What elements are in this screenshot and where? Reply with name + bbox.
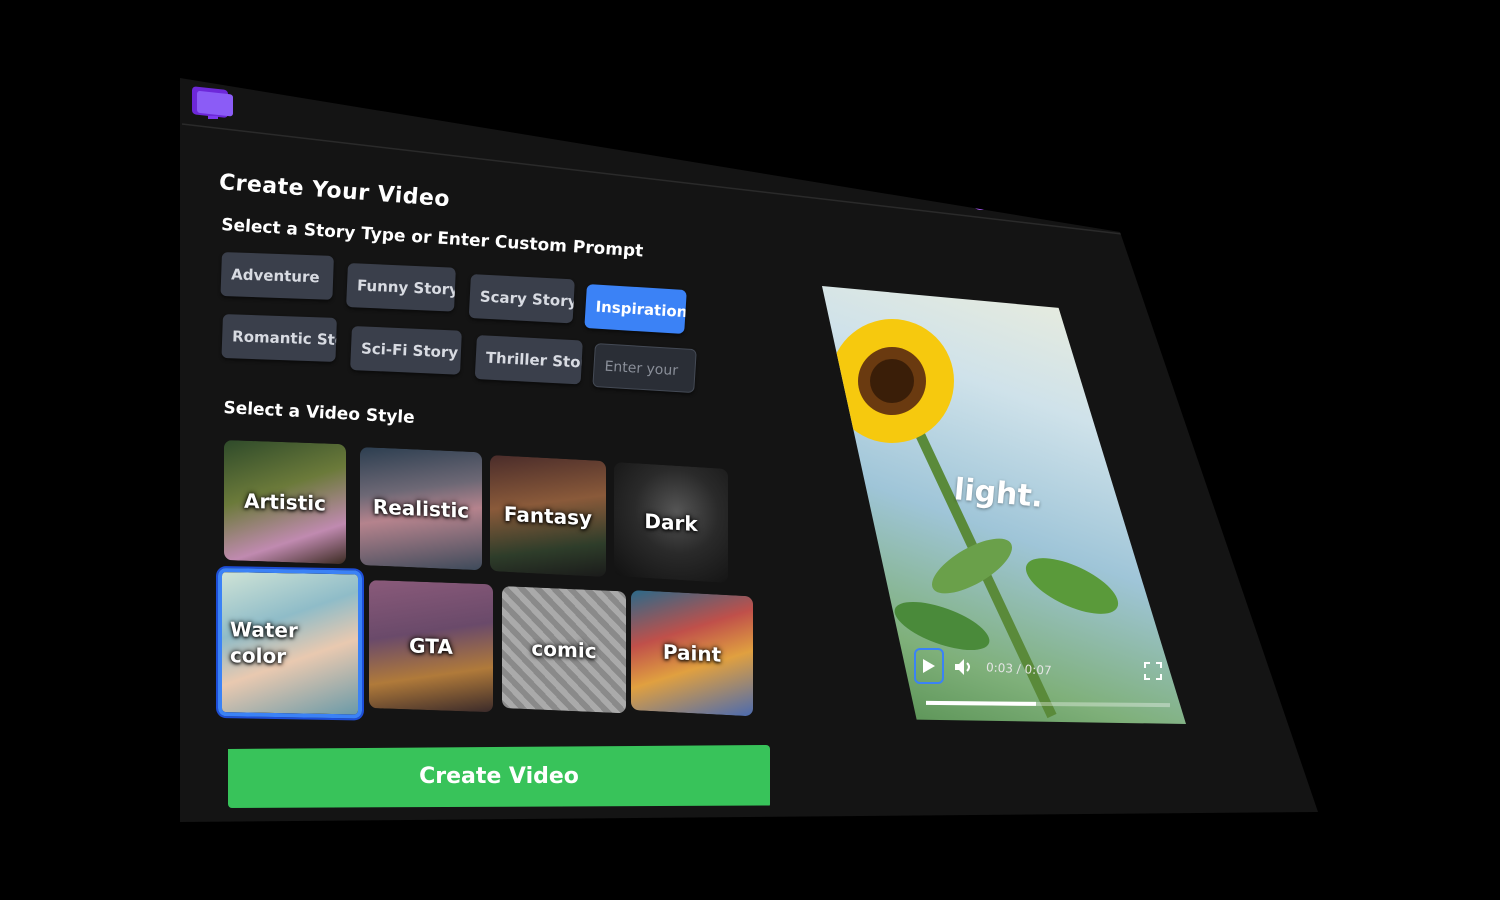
story-type-scifi[interactable]: Sci-Fi Story (350, 326, 462, 375)
story-type-inspiration[interactable]: Inspiration (584, 284, 687, 335)
story-type-thriller[interactable]: Thriller Story (474, 335, 583, 385)
custom-prompt-input[interactable]: Enter your (592, 343, 697, 394)
style-label: Paint (662, 639, 722, 667)
style-fantasy[interactable]: Fantasy (490, 455, 606, 578)
style-label: Realistic (372, 494, 470, 523)
story-type-scary[interactable]: Scary Story (468, 274, 575, 324)
volume-icon[interactable] (954, 658, 974, 680)
style-label: GTA (409, 633, 453, 659)
credits-icon[interactable]: 27 (926, 174, 956, 204)
play-pause-button[interactable] (914, 648, 944, 684)
style-paint[interactable]: Paint (631, 590, 753, 717)
ai-icon[interactable]: AI (964, 180, 1000, 212)
fullscreen-icon[interactable] (1144, 662, 1162, 684)
style-label: Fantasy (503, 501, 593, 531)
style-realistic[interactable]: Realistic (360, 447, 482, 571)
app-window: Create Your Video 27 AI Dashboard M Sele… (180, 78, 1318, 822)
story-type-funny[interactable]: Funny Story (346, 263, 456, 312)
style-label: Dark (644, 508, 698, 537)
style-dark[interactable]: Dark (614, 462, 728, 583)
style-label: Water color (230, 617, 298, 669)
style-gta[interactable]: GTA (369, 580, 493, 713)
dashboard-link[interactable]: Dashboard (1015, 196, 1075, 213)
credits-badge: 27 (942, 176, 952, 184)
create-video-button[interactable]: Create Video (228, 745, 770, 808)
story-type-adventure[interactable]: Adventure (220, 252, 334, 300)
style-label: Artistic (244, 488, 326, 516)
avatar[interactable]: M (1094, 200, 1114, 220)
ai-label: AI (975, 194, 986, 204)
style-label: comic (531, 636, 597, 664)
style-artistic[interactable]: Artistic (224, 440, 346, 565)
pause-icon (923, 659, 935, 673)
style-comic[interactable]: comic (502, 586, 626, 714)
style-watercolor[interactable]: Water color (218, 568, 362, 719)
story-type-romantic[interactable]: Romantic Story (221, 314, 337, 362)
